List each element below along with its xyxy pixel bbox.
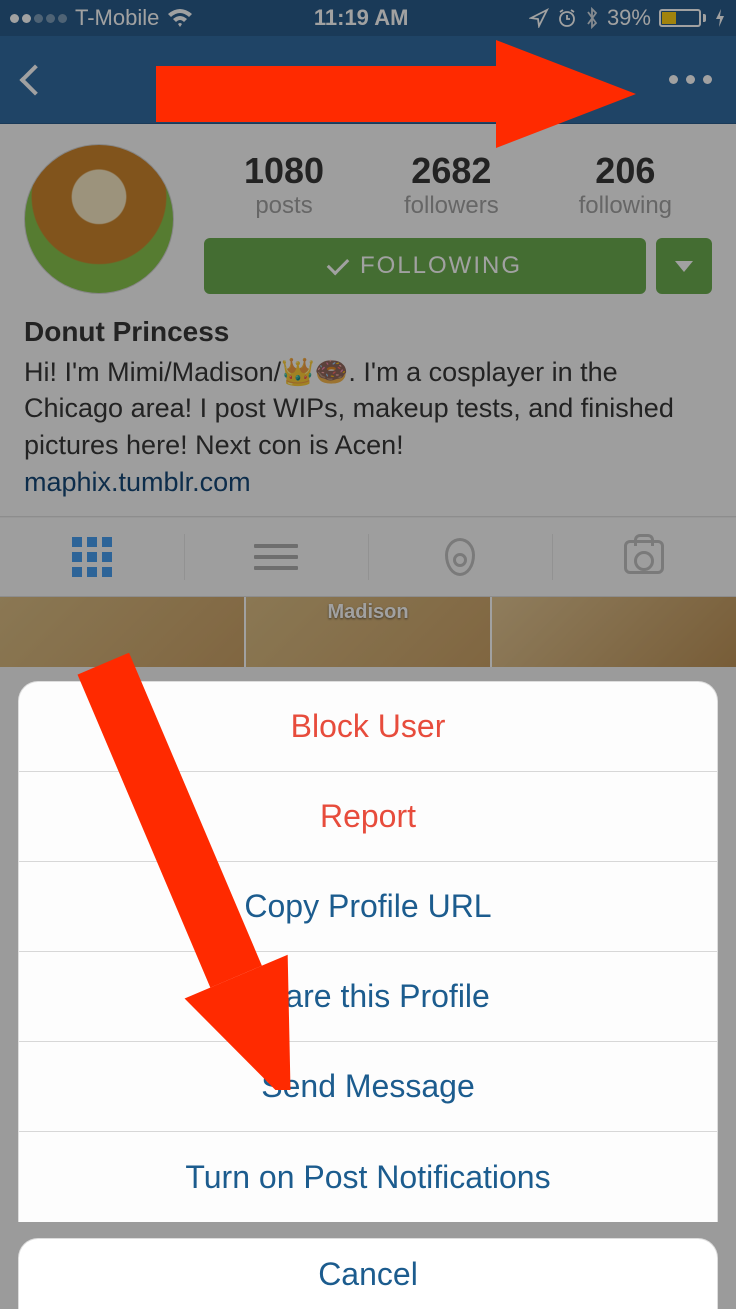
cancel-button[interactable]: Cancel: [19, 1239, 717, 1309]
annotation-arrow-icon: [156, 40, 636, 160]
annotation-arrow-icon: [62, 640, 322, 1090]
turn-on-notifications-button[interactable]: Turn on Post Notifications: [19, 1132, 717, 1222]
